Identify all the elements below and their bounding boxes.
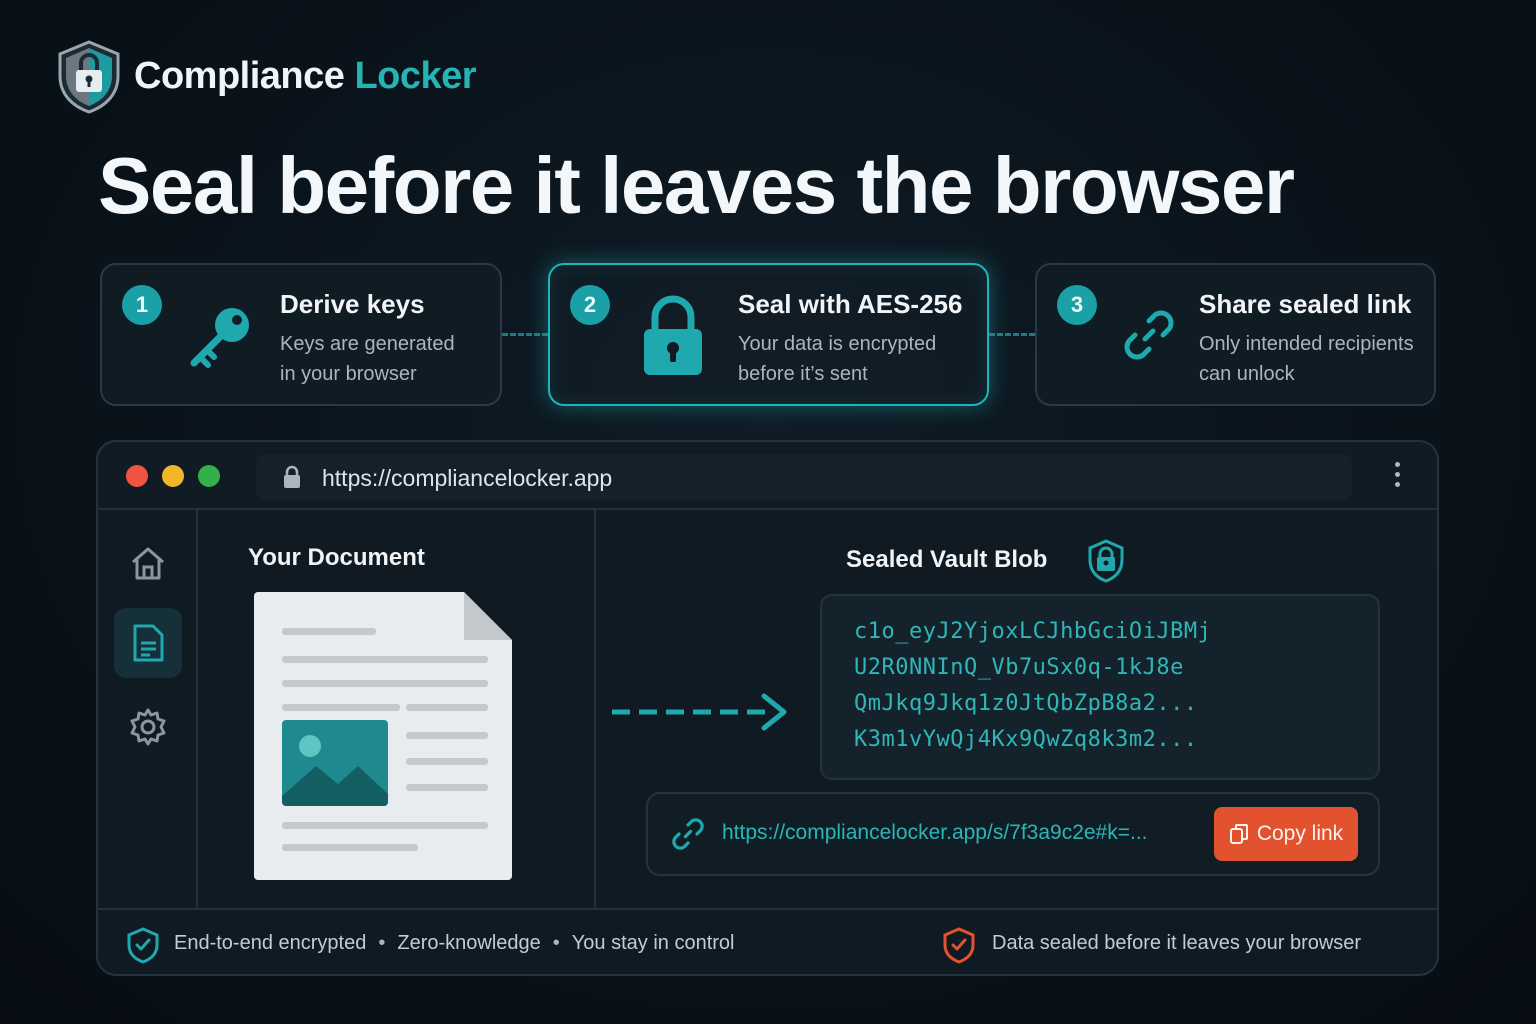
copy-link-label: Copy link xyxy=(1256,822,1344,845)
sidebar-item-documents[interactable] xyxy=(114,608,182,678)
step-card-seal: 2 Seal with AES-256 Your data is encrypt… xyxy=(548,263,989,406)
padlock-icon xyxy=(644,295,702,375)
maximize-window-button[interactable] xyxy=(198,465,220,487)
blob-line: U2R0NNInQ_Vb7uSx0q-1kJ8e xyxy=(854,655,1184,680)
document-icon xyxy=(133,624,164,662)
brand-name-part1: Compliance xyxy=(134,54,345,97)
step-connector xyxy=(989,333,1035,336)
brand: Compliance Locker xyxy=(54,38,477,114)
footer-feature: You stay in control xyxy=(571,932,735,954)
key-icon xyxy=(190,308,249,368)
copy-icon xyxy=(1229,824,1248,844)
step-description: Keys are generated in your browser xyxy=(280,329,455,389)
address-url: https://compliancelocker.app xyxy=(322,465,613,491)
dashed-arrow-icon xyxy=(612,693,787,731)
browser-window: https://compliancelocker.app Your Docume… xyxy=(96,440,1439,976)
document-panel-title: Your Document xyxy=(248,544,425,571)
blob-line: QmJkq9Jkq1z0JtQbZpB8a2... xyxy=(854,691,1198,716)
page: Compliance Locker Seal before it leaves … xyxy=(0,0,1536,1024)
step-desc-line: before it’s sent xyxy=(738,363,868,385)
step-number: 1 xyxy=(122,285,162,325)
step-card-derive-keys: 1 Derive keys Keys are generated in your… xyxy=(100,263,502,406)
lock-icon xyxy=(284,465,300,488)
share-link-box: https://compliancelocker.app/s/7f3a9c2e#… xyxy=(646,792,1380,876)
shield-check-icon xyxy=(127,927,159,964)
step-number: 3 xyxy=(1057,285,1097,325)
footer-feature: End-to-end encrypted xyxy=(174,932,367,954)
sealed-blob-box: c1o_eyJ2YjoxLCJhbGciOiJBMj U2R0NNInQ_Vb7… xyxy=(820,594,1380,780)
step-title: Share sealed link xyxy=(1199,289,1412,319)
vault-title: Sealed Vault Blob xyxy=(846,546,1048,573)
step-card-share: 3 Share sealed link Only intended recipi… xyxy=(1035,263,1436,406)
brand-name-part2: Locker xyxy=(354,54,477,97)
step-desc-line: can unlock xyxy=(1199,363,1295,385)
shield-lock-icon xyxy=(58,40,120,114)
step-desc-line: Only intended recipients xyxy=(1199,333,1414,355)
blob-line: c1o_eyJ2YjoxLCJhbGciOiJBMj xyxy=(854,619,1212,644)
browser-footer: End-to-end encrypted • Zero-knowledge • You … xyxy=(98,908,1437,974)
link-icon xyxy=(1124,310,1174,360)
minimize-window-button[interactable] xyxy=(162,465,184,487)
home-icon xyxy=(132,547,164,580)
brand-name: Compliance Locker xyxy=(134,54,477,98)
footer-separator: • xyxy=(552,932,560,954)
step-desc-line: Your data is encrypted xyxy=(738,333,937,355)
gear-icon xyxy=(130,708,166,746)
step-title: Seal with AES-256 xyxy=(738,289,963,319)
close-window-button[interactable] xyxy=(126,465,148,487)
step-description: Your data is encrypted before it’s sent xyxy=(738,329,936,389)
sidebar xyxy=(98,510,198,908)
browser-titlebar: https://compliancelocker.app xyxy=(98,442,1437,510)
sidebar-item-home[interactable] xyxy=(114,528,182,598)
step-title: Derive keys xyxy=(280,289,425,319)
shield-lock-icon xyxy=(1088,539,1124,583)
step-description: Only intended recipients can unlock xyxy=(1199,329,1414,389)
footer-features: End-to-end encrypted • Zero-knowledge • You … xyxy=(174,932,735,955)
share-link-url[interactable]: https://compliancelocker.app/s/7f3a9c2e#… xyxy=(722,821,1148,845)
document-preview-icon xyxy=(254,592,512,880)
address-bar[interactable]: https://compliancelocker.app xyxy=(256,454,1352,500)
step-number: 2 xyxy=(570,285,610,325)
sidebar-item-settings[interactable] xyxy=(114,692,182,762)
page-headline: Seal before it leaves the browser xyxy=(98,141,1295,230)
copy-link-button[interactable]: Copy link xyxy=(1214,807,1358,861)
footer-separator: • xyxy=(378,932,386,954)
step-connector xyxy=(502,333,548,336)
link-icon xyxy=(672,818,704,850)
shield-check-icon xyxy=(943,927,975,964)
more-options-icon[interactable] xyxy=(1395,462,1401,492)
footer-note: Data sealed before it leaves your browse… xyxy=(992,932,1362,954)
blob-line: K3m1vYwQj4Kx9QwZq8k3m2... xyxy=(854,727,1198,752)
step-desc-line: Keys are generated xyxy=(280,333,455,355)
document-panel: Your Document xyxy=(198,510,596,908)
footer-feature: Zero-knowledge xyxy=(397,932,541,954)
step-desc-line: in your browser xyxy=(280,363,417,385)
